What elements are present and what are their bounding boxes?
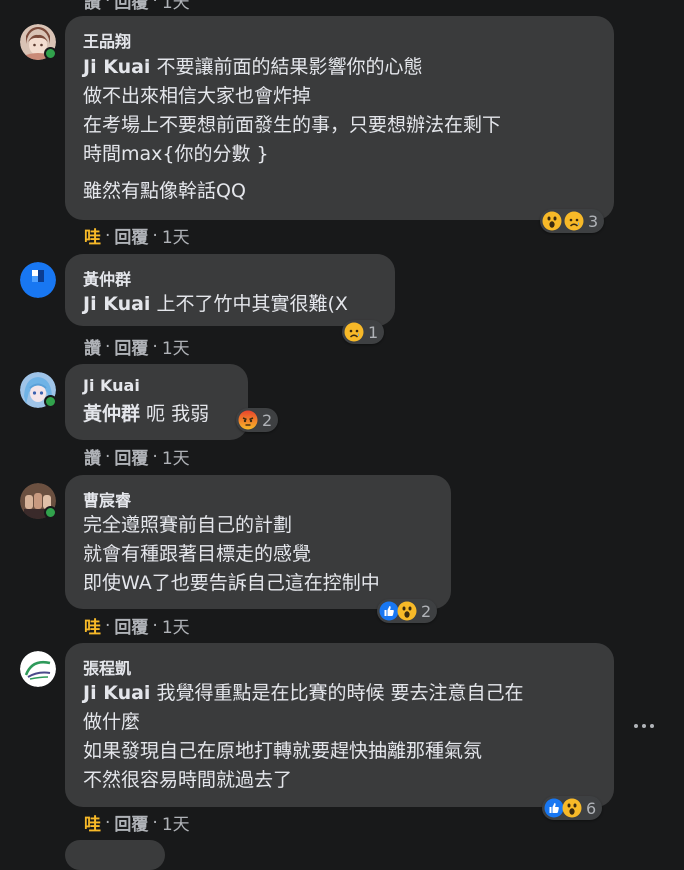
reply-action[interactable]: 回覆 xyxy=(114,223,148,248)
wow-icon xyxy=(397,601,417,621)
timestamp[interactable]: 1天 xyxy=(162,613,190,638)
reply-action[interactable]: 回覆 xyxy=(114,810,148,835)
comment-bubble[interactable]: 曹宸睿 完全遵照賽前自己的計劃 就會有種跟著目標走的感覺 即使WA了也要告訴自己… xyxy=(65,475,451,609)
timestamp[interactable]: 1天 xyxy=(162,444,190,469)
wow-action[interactable]: 哇 xyxy=(84,223,101,248)
reaction-count: 3 xyxy=(588,211,599,231)
comment-body: 完全遵照賽前自己的計劃 就會有種跟著目標走的感覺 即使WA了也要告訴自己這在控制… xyxy=(83,514,380,594)
reaction-count: 1 xyxy=(368,322,379,342)
reply-action[interactable]: 回覆 xyxy=(114,613,148,638)
mention-link[interactable]: Ji Kuai xyxy=(83,682,150,704)
comment-bubble[interactable]: 王品翔 Ji Kuai 不要讓前面的結果影響你的心態 做不出來相信大家也會炸掉 … xyxy=(65,16,614,220)
reaction-count: 2 xyxy=(421,601,432,621)
comment-body: Ji Kuai 我覺得重點是在比賽的時候 要去注意自己在 做什麼 如果發現自己在… xyxy=(83,682,524,791)
avatar[interactable] xyxy=(20,372,57,408)
wow-icon xyxy=(562,798,582,818)
comment-actions: 哇 · 回覆 · 1天 xyxy=(84,810,190,836)
sad-icon xyxy=(564,211,584,231)
avatar[interactable] xyxy=(20,651,56,687)
reaction-summary[interactable]: 2 xyxy=(377,599,438,623)
like-icon xyxy=(379,601,399,621)
reaction-summary[interactable]: 3 xyxy=(540,209,605,233)
like-icon xyxy=(544,798,564,818)
comment-author[interactable]: Ji Kuai xyxy=(83,376,140,395)
wow-icon xyxy=(542,211,562,231)
mention-link[interactable]: Ji Kuai xyxy=(83,56,150,78)
comment-actions: 讚 · 回覆 · 1天 xyxy=(84,334,190,360)
comment-author[interactable]: 張程凱 xyxy=(83,655,131,679)
mention-link[interactable]: 黃仲群 xyxy=(83,403,140,425)
avatar[interactable] xyxy=(20,24,57,60)
mention-link[interactable]: Ji Kuai xyxy=(83,293,150,315)
sad-icon xyxy=(344,322,364,342)
comment-author[interactable]: 王品翔 xyxy=(83,28,131,52)
like-action[interactable]: 讚 xyxy=(84,444,101,469)
prev-comment-actions: 讚 · 回覆 · 1天 xyxy=(84,0,190,13)
reply-action[interactable]: 回覆 xyxy=(114,334,148,359)
comment-actions: 哇 · 回覆 · 1天 xyxy=(84,223,190,249)
wow-action[interactable]: 哇 xyxy=(84,613,101,638)
comment-bubble[interactable]: Ji Kuai 黃仲群 呃 我弱 xyxy=(65,364,248,440)
comment-bubble[interactable]: 張程凱 Ji Kuai 我覺得重點是在比賽的時候 要去注意自己在 做什麼 如果發… xyxy=(65,643,614,807)
reaction-count: 6 xyxy=(586,798,597,818)
avatar-image xyxy=(20,651,56,687)
avatar-image xyxy=(20,262,56,298)
angry-icon xyxy=(238,410,258,430)
comment-author[interactable]: 黃仲群 xyxy=(83,266,131,290)
comment-body: Ji Kuai 上不了竹中其實很難(X xyxy=(83,293,348,315)
comment-body: 黃仲群 呃 我弱 xyxy=(83,403,210,425)
wow-action[interactable]: 哇 xyxy=(84,810,101,835)
comment-actions: 哇 · 回覆 · 1天 xyxy=(84,613,190,639)
online-indicator xyxy=(44,506,57,519)
timestamp[interactable]: 1天 xyxy=(162,0,190,13)
comment-actions: 讚 · 回覆 · 1天 xyxy=(84,444,190,470)
avatar[interactable] xyxy=(20,262,56,298)
reaction-summary[interactable]: 6 xyxy=(542,796,603,820)
online-indicator xyxy=(44,395,57,408)
online-indicator xyxy=(44,47,57,60)
reaction-summary[interactable]: 1 xyxy=(342,320,385,344)
reaction-summary[interactable]: 2 xyxy=(236,408,279,432)
more-dot-icon xyxy=(634,724,638,728)
reaction-count: 2 xyxy=(262,410,273,430)
reply-action[interactable]: 回覆 xyxy=(114,444,148,469)
comment-bubble[interactable]: 黃仲群 Ji Kuai 上不了竹中其實很難(X xyxy=(65,254,395,326)
timestamp[interactable]: 1天 xyxy=(162,334,190,359)
like-action[interactable]: 讚 xyxy=(84,0,101,13)
avatar[interactable] xyxy=(20,483,57,519)
comment-body: Ji Kuai 不要讓前面的結果影響你的心態 做不出來相信大家也會炸掉 在考場上… xyxy=(83,56,502,202)
reply-action[interactable]: 回覆 xyxy=(114,0,148,13)
timestamp[interactable]: 1天 xyxy=(162,810,190,835)
timestamp[interactable]: 1天 xyxy=(162,223,190,248)
next-comment-bubble[interactable] xyxy=(65,840,165,870)
more-options-button[interactable] xyxy=(630,712,658,740)
like-action[interactable]: 讚 xyxy=(84,334,101,359)
comment-author[interactable]: 曹宸睿 xyxy=(83,487,131,511)
